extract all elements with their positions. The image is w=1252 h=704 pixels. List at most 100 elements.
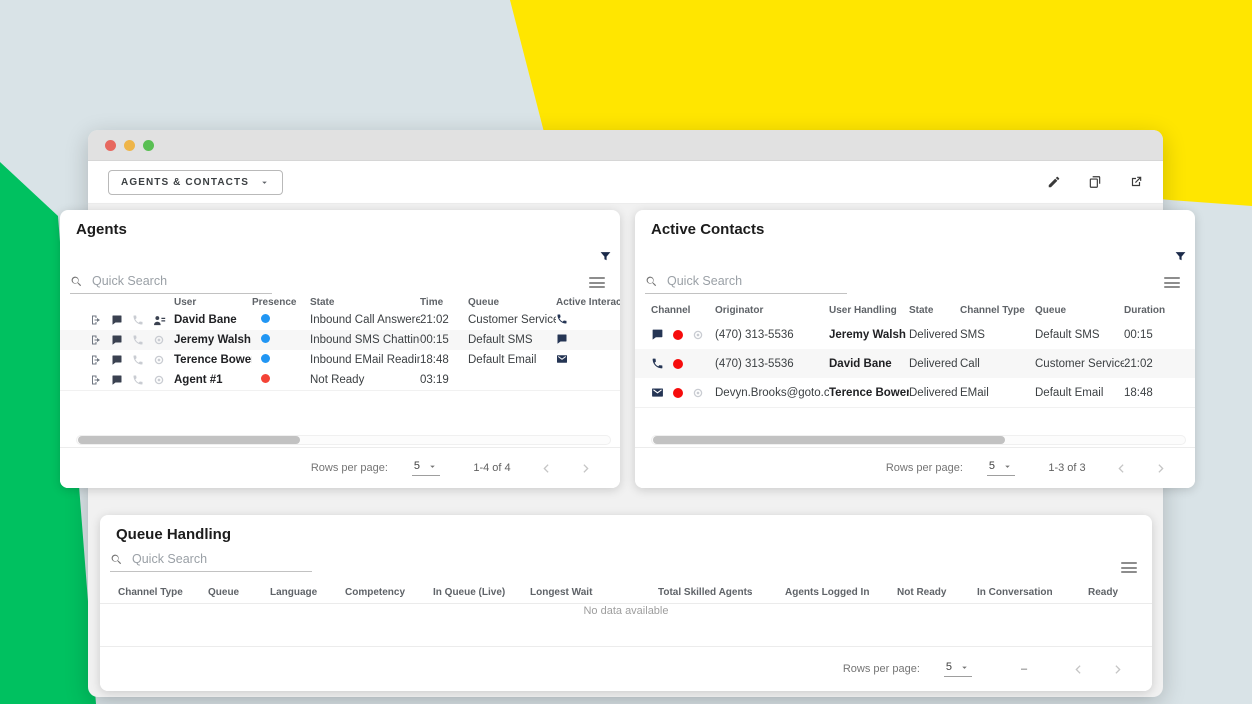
eye-icon[interactable] (153, 374, 165, 386)
queue-search-input[interactable] (130, 551, 312, 567)
rows-per-page-select[interactable]: 5 (944, 661, 972, 677)
rows-per-page-value: 5 (946, 661, 952, 673)
eye-icon[interactable] (153, 354, 165, 366)
sign-out-icon[interactable] (90, 354, 102, 366)
user-name: Agent #1 (174, 374, 252, 386)
edit-icon[interactable] (1047, 175, 1061, 189)
chat-icon[interactable] (111, 314, 123, 326)
state-cell: Delivered (909, 358, 960, 370)
column-user: User (174, 297, 252, 308)
previous-page-button[interactable] (1115, 462, 1128, 475)
next-page-button[interactable] (1111, 663, 1124, 676)
sign-out-icon[interactable] (90, 314, 102, 326)
table-row[interactable]: Agent #1 Not Ready 03:19 (60, 370, 620, 391)
menu-icon[interactable] (589, 277, 605, 291)
user-handling-cell: David Bane (829, 358, 909, 370)
eye-icon[interactable] (692, 329, 704, 341)
channel-cell (651, 386, 715, 399)
column-language: Language (270, 587, 345, 598)
call-icon[interactable] (132, 374, 144, 386)
chat-icon[interactable] (111, 354, 123, 366)
column-state: State (909, 305, 960, 316)
time-cell: 03:19 (420, 374, 468, 386)
scrollbar-thumb[interactable] (653, 436, 1005, 444)
originator-cell: (470) 313-5536 (715, 358, 829, 370)
call-icon[interactable] (556, 313, 568, 325)
duration-cell: 21:02 (1124, 358, 1166, 370)
zoom-window-button[interactable] (143, 140, 154, 151)
originator-cell: Devyn.Brooks@goto.com (715, 387, 829, 399)
window-titlebar (88, 130, 1163, 161)
close-window-button[interactable] (105, 140, 116, 151)
table-row[interactable]: David Bane Inbound Call Answered 21:02 C… (60, 310, 620, 331)
presence-cell (252, 374, 310, 386)
table-row[interactable]: (470) 313-5536 David Bane Delivered Call… (635, 349, 1195, 379)
duration-cell: 00:15 (1124, 329, 1166, 341)
column-user-handling: User Handling (829, 305, 909, 316)
user-handling-cell: Terence Bowen (829, 387, 909, 399)
filter-icon[interactable] (1174, 250, 1187, 263)
minimize-window-button[interactable] (124, 140, 135, 151)
horizontal-scrollbar[interactable] (651, 435, 1186, 445)
state-cell: Delivered (909, 387, 960, 399)
time-cell: 21:02 (420, 314, 468, 326)
scrollbar-thumb[interactable] (78, 436, 300, 444)
table-row[interactable]: Terence Bowen Inbound EMail Reading 18:4… (60, 350, 620, 371)
table-row[interactable]: Jeremy Walsh Inbound SMS Chatting 00:15 … (60, 330, 620, 351)
open-in-new-icon[interactable] (1129, 175, 1143, 189)
chevron-down-icon (259, 177, 270, 188)
channel-type-cell: EMail (960, 387, 1035, 399)
queue-cell: Default Email (468, 354, 556, 366)
presence-dot (261, 334, 270, 343)
state-cell: Delivered (909, 329, 960, 341)
presence-dot (261, 354, 270, 363)
presence-dot (261, 374, 270, 383)
sign-out-icon[interactable] (90, 374, 102, 386)
rows-per-page-label: Rows per page: (843, 663, 920, 675)
previous-page-button[interactable] (540, 462, 553, 475)
rows-per-page-select[interactable]: 5 (412, 460, 440, 476)
email-icon (651, 386, 664, 399)
eye-icon[interactable] (153, 334, 165, 346)
search-icon (645, 275, 658, 288)
contacts-search-input[interactable] (665, 273, 847, 289)
presence-cell (252, 334, 310, 346)
next-page-button[interactable] (579, 462, 592, 475)
agent-details-icon[interactable] (153, 314, 166, 327)
channel-cell (651, 328, 715, 341)
rows-per-page-select[interactable]: 5 (987, 460, 1015, 476)
filter-icon[interactable] (599, 250, 612, 263)
horizontal-scrollbar[interactable] (76, 435, 611, 445)
queue-table-header: Channel Type Queue Language Competency I… (100, 581, 1152, 604)
view-selector-dropdown[interactable]: AGENTS & CONTACTS (108, 170, 283, 195)
next-page-button[interactable] (1154, 462, 1167, 475)
column-ready: Ready (1088, 587, 1148, 598)
call-icon[interactable] (132, 354, 144, 366)
active-contacts-card: Active Contacts Channel Originator User … (635, 210, 1195, 488)
empty-state-message: No data available (100, 605, 1152, 617)
duplicate-icon[interactable] (1088, 175, 1102, 189)
previous-page-button[interactable] (1072, 663, 1085, 676)
live-status-dot (673, 330, 683, 340)
presence-cell (252, 354, 310, 366)
table-row[interactable]: Devyn.Brooks@goto.com Terence Bowen Deli… (635, 378, 1195, 408)
call-icon[interactable] (132, 314, 144, 326)
chat-icon[interactable] (111, 334, 123, 346)
column-in-queue-live: In Queue (Live) (433, 587, 530, 598)
table-row[interactable]: (470) 313-5536 Jeremy Walsh Delivered SM… (635, 320, 1195, 350)
state-cell: Inbound Call Answered (310, 314, 420, 326)
column-in-conversation: In Conversation (977, 587, 1088, 598)
state-cell: Inbound SMS Chatting (310, 334, 420, 346)
agents-quick-search (70, 273, 272, 294)
user-name: Terence Bowen (174, 354, 252, 366)
menu-icon[interactable] (1164, 277, 1180, 291)
chat-icon[interactable] (556, 333, 568, 345)
email-icon[interactable] (556, 353, 568, 365)
call-icon[interactable] (132, 334, 144, 346)
chat-icon[interactable] (111, 374, 123, 386)
menu-icon[interactable] (1121, 562, 1137, 576)
queue-cell: Default SMS (1035, 329, 1124, 341)
sign-out-icon[interactable] (90, 334, 102, 346)
eye-icon[interactable] (692, 387, 704, 399)
agents-search-input[interactable] (90, 273, 272, 289)
